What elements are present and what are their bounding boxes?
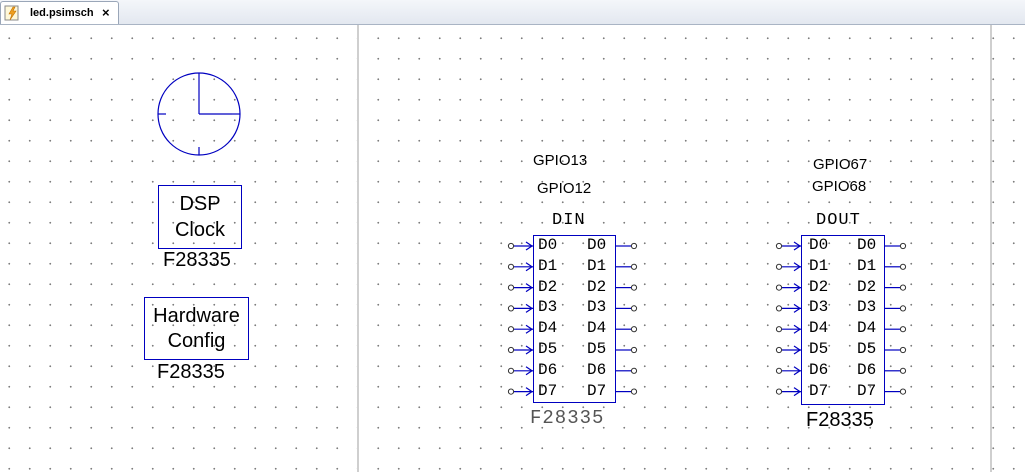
dout-output-pin-label: D6 [857,360,877,379]
tab-label: led.psimsch [30,7,94,19]
dout-output-pin-label: D5 [857,340,877,358]
dout-output-pin[interactable] [885,326,907,333]
dout-input-pin-label: D5 [809,340,829,358]
dout-input-pin-label: D3 [809,298,829,317]
document-tab-bar: led.psimsch × [0,0,1025,25]
dout-output-pin-label: D3 [857,298,877,317]
dout-input-pin[interactable] [775,262,802,272]
dout-output-pin-label: D2 [857,277,877,296]
psim-file-icon [4,5,19,21]
dout-output-pin[interactable] [885,367,907,374]
dout-output-pin-label: D7 [857,381,877,400]
dout-input-pin[interactable] [775,324,802,334]
dout-output-pin[interactable] [885,284,907,291]
dout-input-pin-label: D0 [809,236,829,254]
tab-led-psimsch[interactable]: led.psimsch × [0,1,119,24]
dout-input-pin[interactable] [775,241,802,251]
dout-input-pin-label: D6 [809,360,829,379]
dout-input-pin[interactable] [775,387,802,397]
close-icon[interactable]: × [102,5,110,20]
dout-output-pin[interactable] [885,242,907,250]
dout-output-pin-label: D4 [857,319,877,338]
dout-input-pin-label: D4 [809,319,829,338]
dout-input-pin[interactable] [775,283,802,293]
dout-input-pin-label: D1 [809,256,829,275]
dout-input-pin[interactable] [775,303,802,313]
dout-output-pin[interactable] [885,305,907,312]
dout-input-pin-label: D7 [809,381,829,400]
dout-input-pin[interactable] [775,366,802,376]
dout-output-pin[interactable] [885,388,907,395]
dout-output-pin[interactable] [885,263,907,270]
dout-caption: F28335 [806,409,874,431]
dout-input-pin-label: D2 [809,277,829,296]
dout-input-pin[interactable] [775,345,802,355]
dout-output-pin-label: D1 [857,256,877,275]
schematic-canvas[interactable]: DSP Clock F28335 Hardware Config F28335 … [0,25,1025,472]
dout-output-pin[interactable] [885,346,907,354]
dout-output-pin-label: D0 [857,236,877,254]
